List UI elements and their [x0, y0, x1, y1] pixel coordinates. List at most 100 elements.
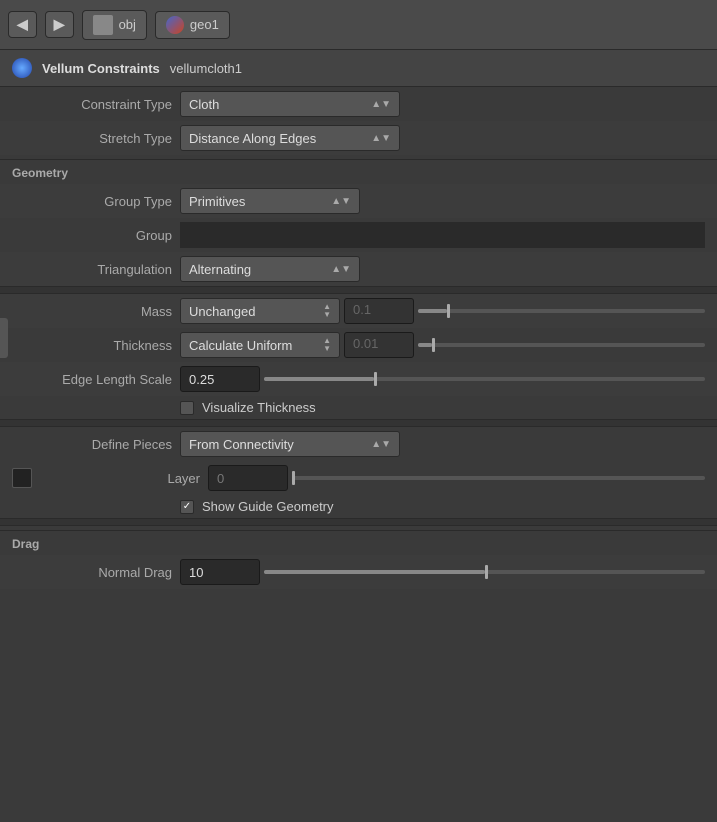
constraint-type-value: Cloth: [189, 97, 219, 112]
stretch-type-dropdown[interactable]: Distance Along Edges ▲▼: [180, 125, 400, 151]
stretch-type-arrow: ▲▼: [371, 133, 391, 144]
geometry-section: Geometry: [0, 159, 717, 184]
edge-length-scale-slider-container: [180, 366, 705, 392]
constraint-type-label: Constraint Type: [12, 97, 172, 112]
mass-label: Mass: [12, 304, 172, 319]
separator-3: [0, 518, 717, 526]
mass-value: Unchanged: [189, 304, 256, 319]
thickness-slider-track[interactable]: [418, 343, 705, 347]
triangulation-arrow: ▲▼: [331, 264, 351, 275]
normal-drag-fill: [264, 570, 485, 574]
edge-length-scale-row: Edge Length Scale: [0, 362, 717, 396]
normal-drag-track[interactable]: [264, 570, 705, 574]
thickness-slider-fill: [418, 343, 432, 347]
layer-color-swatch[interactable]: [12, 468, 32, 488]
group-control: [180, 222, 705, 248]
mass-stepper[interactable]: ▲ ▼: [323, 303, 331, 319]
triangulation-control: Alternating ▲▼: [180, 256, 705, 282]
group-type-value: Primitives: [189, 194, 245, 209]
layer-slider-container: [208, 465, 705, 491]
mass-row: Mass Unchanged ▲ ▼ 0.1: [0, 294, 717, 328]
thickness-value: Calculate Uniform: [189, 338, 292, 353]
group-label: Group: [12, 228, 172, 243]
group-input[interactable]: [180, 222, 705, 248]
constraint-type-control: Cloth ▲▼: [180, 91, 705, 117]
properties-panel: Constraint Type Cloth ▲▼ Stretch Type Di…: [0, 87, 717, 589]
tab-geo[interactable]: geo1: [155, 11, 230, 39]
mass-slider-thumb[interactable]: [447, 304, 450, 318]
triangulation-dropdown[interactable]: Alternating ▲▼: [180, 256, 360, 282]
define-pieces-dropdown[interactable]: From Connectivity ▲▼: [180, 431, 400, 457]
mass-dropdown[interactable]: Unchanged ▲ ▼: [180, 298, 340, 324]
normal-drag-label: Normal Drag: [12, 565, 172, 580]
show-guide-geometry-checkbox[interactable]: [180, 500, 194, 514]
layer-control: [208, 465, 705, 491]
group-type-control: Primitives ▲▼: [180, 188, 705, 214]
show-guide-geometry-label: Show Guide Geometry: [202, 499, 334, 514]
mass-slider-fill: [418, 309, 447, 313]
thickness-num: 0.01: [344, 332, 414, 358]
visualize-thickness-row: Visualize Thickness: [0, 396, 717, 419]
layer-label: Layer: [167, 471, 200, 486]
define-pieces-label: Define Pieces: [12, 437, 172, 452]
constraint-type-row: Constraint Type Cloth ▲▼: [0, 87, 717, 121]
thickness-arrow-down[interactable]: ▼: [323, 345, 331, 353]
define-pieces-control: From Connectivity ▲▼: [180, 431, 705, 457]
thickness-slider-thumb[interactable]: [432, 338, 435, 352]
normal-drag-thumb[interactable]: [485, 565, 488, 579]
forward-button[interactable]: ▶: [45, 11, 74, 38]
visualize-thickness-checkbox[interactable]: [180, 401, 194, 415]
visualize-thickness-label: Visualize Thickness: [202, 400, 316, 415]
edge-length-scale-input[interactable]: [180, 366, 260, 392]
triangulation-label: Triangulation: [12, 262, 172, 277]
thickness-dropdown[interactable]: Calculate Uniform ▲ ▼: [180, 332, 340, 358]
show-guide-geometry-row: Show Guide Geometry: [0, 495, 717, 518]
separator-1: [0, 286, 717, 294]
mass-arrow-down[interactable]: ▼: [323, 311, 331, 319]
layer-input[interactable]: [208, 465, 288, 491]
define-pieces-value: From Connectivity: [189, 437, 294, 452]
panel-title: Vellum Constraints: [42, 61, 160, 76]
nav-bar: ◀ ▶ obj geo1: [0, 0, 717, 50]
normal-drag-row: Normal Drag: [0, 555, 717, 589]
back-button[interactable]: ◀: [8, 11, 37, 38]
vellum-icon: [12, 58, 32, 78]
layer-thumb[interactable]: [292, 471, 295, 485]
edge-length-scale-fill: [264, 377, 374, 381]
normal-drag-slider-container: [180, 559, 705, 585]
mass-slider-track[interactable]: [418, 309, 705, 313]
stretch-type-label: Stretch Type: [12, 131, 172, 146]
separator-2: [0, 419, 717, 427]
define-pieces-row: Define Pieces From Connectivity ▲▼: [0, 427, 717, 461]
group-type-row: Group Type Primitives ▲▼: [0, 184, 717, 218]
group-type-label: Group Type: [12, 194, 172, 209]
obj-icon: [93, 15, 113, 35]
edge-length-scale-track[interactable]: [264, 377, 705, 381]
constraint-type-dropdown[interactable]: Cloth ▲▼: [180, 91, 400, 117]
mass-num: 0.1: [344, 298, 414, 324]
stretch-type-value: Distance Along Edges: [189, 131, 316, 146]
tab-obj-label: obj: [119, 17, 136, 32]
edge-length-scale-thumb[interactable]: [374, 372, 377, 386]
drag-section: Drag: [0, 530, 717, 555]
thickness-row: Thickness Calculate Uniform ▲ ▼ 0.01: [0, 328, 717, 362]
edge-length-scale-label: Edge Length Scale: [12, 372, 172, 387]
triangulation-value: Alternating: [189, 262, 251, 277]
group-type-dropdown[interactable]: Primitives ▲▼: [180, 188, 360, 214]
layer-label-area: Layer: [40, 471, 200, 486]
stretch-type-row: Stretch Type Distance Along Edges ▲▼: [0, 121, 717, 155]
group-row: Group: [0, 218, 717, 252]
thickness-stepper[interactable]: ▲ ▼: [323, 337, 331, 353]
constraint-type-arrow: ▲▼: [371, 99, 391, 110]
side-resize-handle[interactable]: [0, 318, 8, 358]
mass-control: Unchanged ▲ ▼ 0.1: [180, 298, 705, 324]
layer-track[interactable]: [292, 476, 705, 480]
define-pieces-arrow: ▲▼: [371, 439, 391, 450]
tab-obj[interactable]: obj: [82, 10, 147, 40]
normal-drag-input[interactable]: [180, 559, 260, 585]
thickness-label: Thickness: [12, 338, 172, 353]
geo-icon: [166, 16, 184, 34]
stretch-type-control: Distance Along Edges ▲▼: [180, 125, 705, 151]
tab-geo-label: geo1: [190, 17, 219, 32]
panel-header: Vellum Constraints vellumcloth1: [0, 50, 717, 87]
